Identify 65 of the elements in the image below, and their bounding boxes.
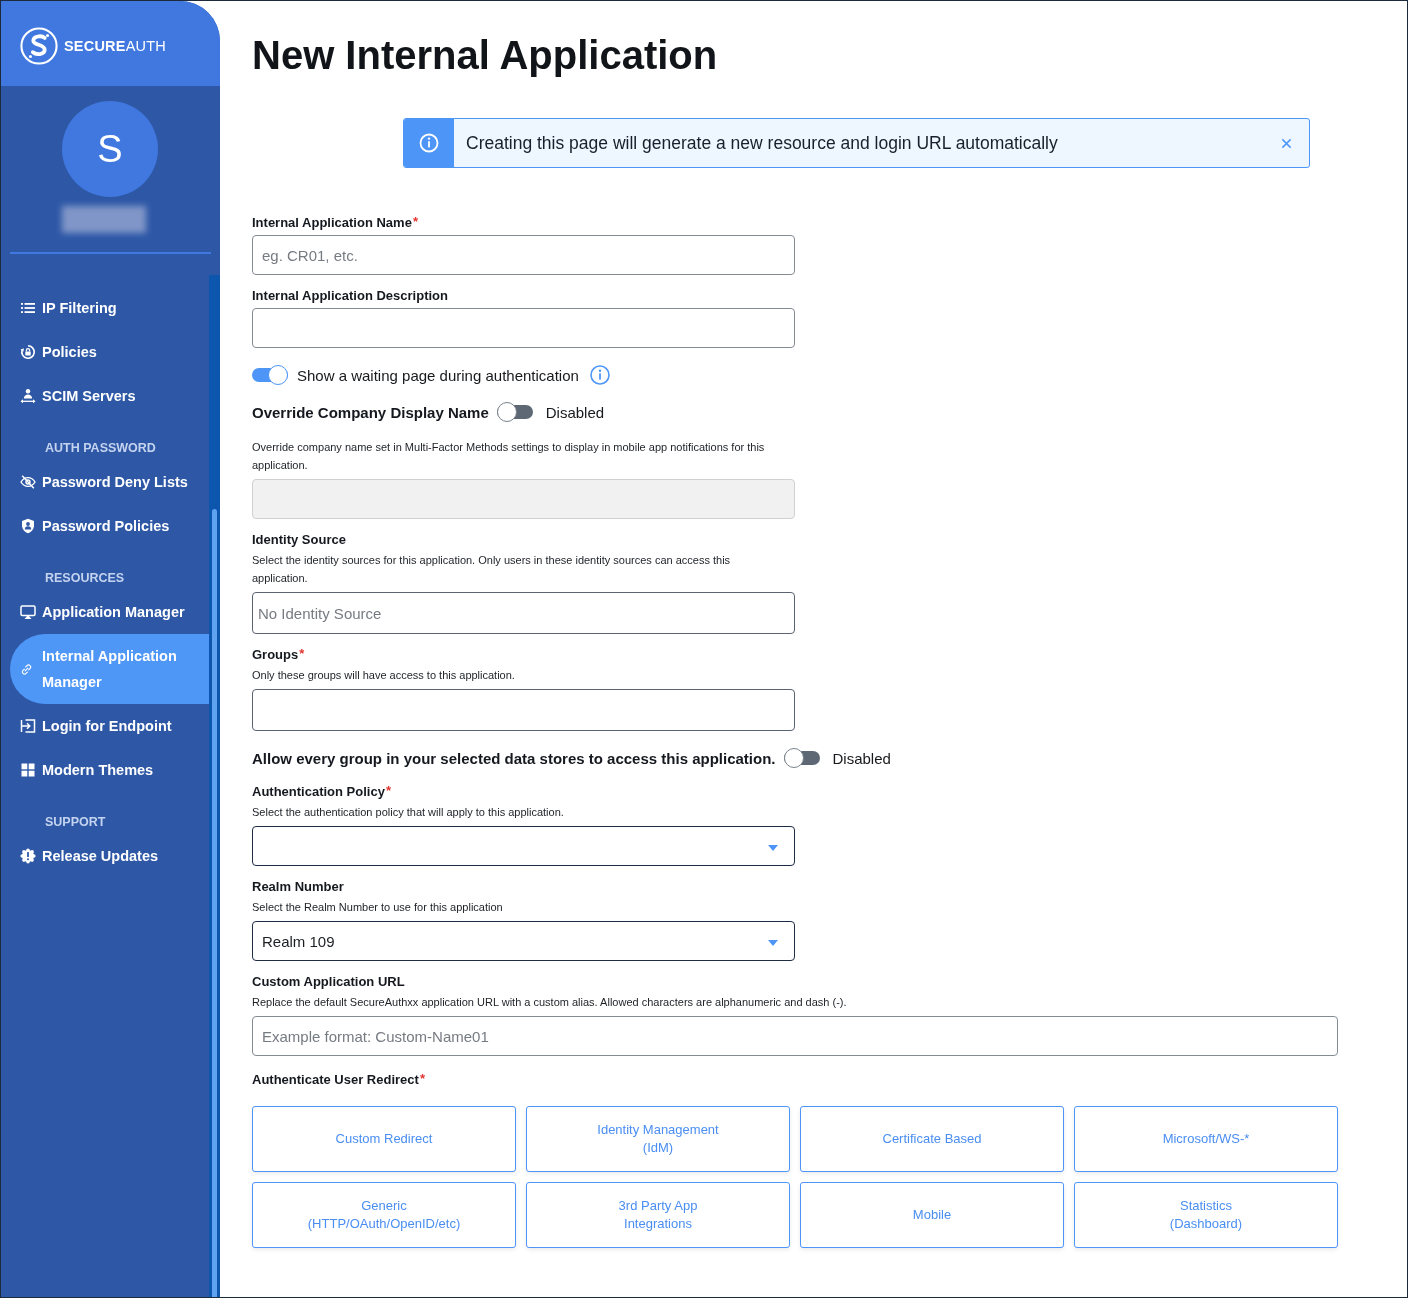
person-arrows-icon <box>20 388 36 404</box>
help-text: Override company name set in Multi-Factor Methods settings to display in mobile app notifications for this application. <box>252 440 766 473</box>
text-field[interactable]: No Identity Source <box>252 592 795 634</box>
sidebar-link[interactable]: Login for Endpoint <box>10 704 209 748</box>
monitor-icon <box>20 604 36 620</box>
text-field[interactable]: eg. CR01, etc. <box>252 235 795 275</box>
sidebar-link[interactable]: Password Policies <box>10 504 209 548</box>
eye-slash-icon <box>20 474 36 490</box>
field-label: Groups <box>252 647 299 663</box>
toggle-switch[interactable] <box>783 748 820 768</box>
sidebar-link[interactable]: Application Manager <box>10 590 209 634</box>
help-text: Select the authentication policy that will apply to this application. <box>252 805 564 820</box>
logo-wordmark: SECUREAUTH <box>64 37 166 54</box>
help-text: Select the Realm Number to use for this application <box>252 900 503 915</box>
shield-person-icon <box>20 518 36 534</box>
avatar: S <box>62 101 158 197</box>
text-field[interactable] <box>252 689 795 731</box>
switch-label: Allow every group in your selected data stores to access this application. <box>252 749 776 767</box>
section-heading: AUTH PASSWORD <box>44 440 157 457</box>
help-text: Replace the default SecureAuthxx application URL with a custom alias. Allowed characters are alphanumeric and dash (-). <box>252 995 847 1010</box>
sidebar-link[interactable]: Modern Themes <box>10 748 209 792</box>
switch-label: Override Company Display Name <box>252 403 489 421</box>
field-label: Authenticate User Redirect <box>252 1072 419 1088</box>
sidebar-link[interactable]: Policies <box>10 330 209 374</box>
scrollbar-thumb[interactable] <box>212 509 217 1297</box>
badge-alert-icon <box>20 848 36 864</box>
section-heading: SUPPORT <box>44 814 107 831</box>
help-text: Only these groups will have access to this application. <box>252 668 515 683</box>
switch-status: Disabled <box>545 403 605 421</box>
section-heading: RESOURCES <box>44 570 126 587</box>
help-text: Select the identity sources for this application. Only users in these identity sources can access this application. <box>252 553 732 586</box>
link-icon <box>20 662 33 676</box>
required-asterisk: * <box>299 647 305 661</box>
field-label: Authentication Policy <box>252 784 385 800</box>
caret-icon <box>768 940 778 946</box>
toggle-switch[interactable] <box>252 365 288 385</box>
required-asterisk: * <box>412 215 418 229</box>
select-field[interactable] <box>252 826 795 866</box>
toggle-label: Show a waiting page during authentication <box>297 366 579 384</box>
list-icon <box>20 300 36 316</box>
url-field[interactable]: Example format: Custom-Name01 <box>252 1016 1338 1056</box>
select-field[interactable]: Realm 109 <box>252 921 795 961</box>
sign-in-icon <box>20 718 36 734</box>
toggle-switch[interactable] <box>496 402 533 422</box>
sidebar-link[interactable]: IP Filtering <box>10 286 209 330</box>
field-label: Internal Application Description <box>252 288 448 304</box>
banner-message: Creating this page will generate a new resource and login URL automatically <box>466 132 1059 154</box>
field-label: Internal Application Name <box>252 215 412 231</box>
field-label: Realm Number <box>252 879 344 895</box>
logo-icon <box>20 26 58 65</box>
text-field[interactable] <box>252 308 795 348</box>
lock-cycle-icon <box>20 344 36 360</box>
caret-icon <box>768 845 778 851</box>
close-icon[interactable] <box>1281 137 1292 149</box>
info-icon[interactable] <box>589 365 610 385</box>
sidebar-link[interactable]: Password Deny Lists <box>10 460 209 504</box>
sidebar-link[interactable]: SCIM Servers <box>10 374 209 418</box>
field-label: Custom Application URL <box>252 974 405 990</box>
field-label: Identity Source <box>252 532 346 548</box>
switch-status: Disabled <box>832 749 891 767</box>
required-asterisk: * <box>385 784 391 798</box>
page-title: New Internal Application <box>252 32 719 79</box>
sidebar-link[interactable]: Release Updates <box>10 834 209 878</box>
required-asterisk: * <box>419 1072 425 1086</box>
grid-icon <box>20 762 36 778</box>
